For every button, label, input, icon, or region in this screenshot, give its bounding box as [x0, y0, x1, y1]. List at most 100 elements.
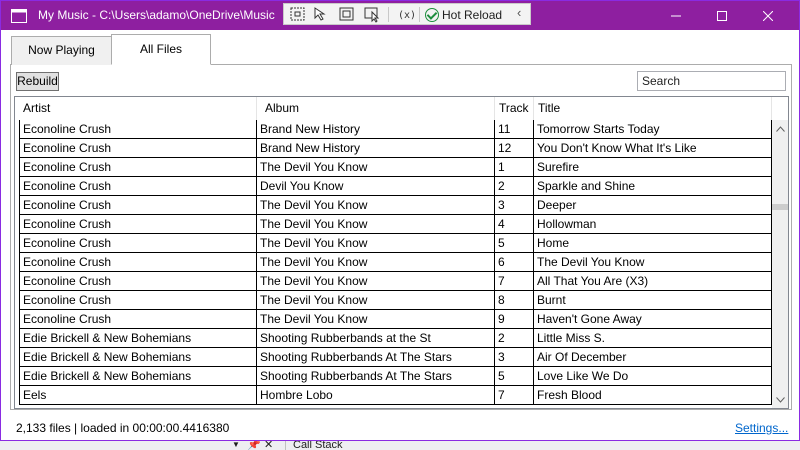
table-cell-track[interactable]: 5 — [495, 234, 534, 253]
table-cell-album[interactable]: The Devil You Know — [257, 291, 495, 310]
column-header-album[interactable]: Album — [257, 97, 495, 120]
table-cell-track[interactable]: 12 — [495, 139, 534, 158]
table-cell-artist[interactable]: Edie Brickell & New Bohemians — [19, 348, 257, 367]
table-cell-title[interactable]: You Don't Know What It's Like — [534, 139, 772, 158]
table-row[interactable]: Econoline Crush The Devil You Know 1 Surefi… — [19, 158, 772, 177]
table-cell-title[interactable]: Sparkle and Shine — [534, 177, 772, 196]
table-cell-title[interactable]: Surefire — [534, 158, 772, 177]
table-cell-title[interactable]: Tomorrow Starts Today — [534, 120, 772, 139]
scroll-down-icon[interactable] — [772, 391, 788, 408]
table-cell-artist[interactable]: Econoline Crush — [19, 215, 257, 234]
table-cell-album[interactable]: Brand New History — [257, 120, 495, 139]
table-cell-album[interactable]: Shooting Rubberbands at the St — [257, 329, 495, 348]
table-cell-track[interactable]: 3 — [495, 348, 534, 367]
table-cell-track[interactable]: 1 — [495, 158, 534, 177]
table-cell-artist[interactable]: Econoline Crush — [19, 310, 257, 329]
table-cell-title[interactable]: Love Like We Do — [534, 367, 772, 386]
tab-all-files[interactable]: All Files — [111, 34, 211, 65]
table-row[interactable]: Econoline Crush The Devil You Know 3 Deeper — [19, 196, 772, 215]
rebuild-button[interactable]: Rebuild — [16, 72, 59, 91]
table-cell-track[interactable]: 9 — [495, 310, 534, 329]
table-row[interactable]: Econoline Crush Devil You Know 2 Sparkle an… — [19, 177, 772, 196]
table-row[interactable]: Econoline Crush The Devil You Know 9 Haven'… — [19, 310, 772, 329]
table-row[interactable]: Econoline Crush The Devil You Know 6 The De… — [19, 253, 772, 272]
table-row[interactable]: Econoline Crush Brand New History 11 Tomorr… — [19, 120, 772, 139]
table-cell-artist[interactable]: Econoline Crush — [19, 158, 257, 177]
table-cell-track[interactable]: 2 — [495, 177, 534, 196]
table-cell-title[interactable]: Haven't Gone Away — [534, 310, 772, 329]
table-cell-album[interactable]: Brand New History — [257, 139, 495, 158]
scrollbar-thumb[interactable] — [772, 204, 788, 210]
table-cell-title[interactable]: Burnt — [534, 291, 772, 310]
collapse-chevron-icon[interactable]: ‹ — [517, 5, 521, 20]
table-row[interactable]: Edie Brickell & New Bohemians Shooting Ru… — [19, 348, 772, 367]
table-cell-album[interactable]: The Devil You Know — [257, 234, 495, 253]
table-cell-artist[interactable]: Econoline Crush — [19, 120, 257, 139]
table-row[interactable]: Edie Brickell & New Bohemians Shooting Ru… — [19, 367, 772, 386]
dropdown-caret-icon[interactable]: ▼ — [232, 440, 240, 449]
table-cell-artist[interactable]: Econoline Crush — [19, 177, 257, 196]
vertical-scrollbar[interactable] — [772, 120, 788, 408]
table-cell-artist[interactable]: Econoline Crush — [19, 253, 257, 272]
column-header-track[interactable]: Track — [495, 97, 534, 120]
table-cell-track[interactable]: 5 — [495, 367, 534, 386]
close-button[interactable] — [745, 1, 791, 30]
column-header-artist[interactable]: Artist — [15, 97, 257, 120]
settings-link[interactable]: Settings... — [735, 421, 788, 435]
table-row[interactable]: Edie Brickell & New Bohemians Shooting Ru… — [19, 329, 772, 348]
table-cell-album[interactable]: The Devil You Know — [257, 158, 495, 177]
table-row[interactable]: Econoline Crush The Devil You Know 5 Home — [19, 234, 772, 253]
table-row[interactable]: Econoline Crush The Devil You Know 7 All Th… — [19, 272, 772, 291]
search-input[interactable]: Search — [637, 71, 786, 91]
table-cell-album[interactable]: Hombre Lobo — [257, 386, 495, 405]
table-cell-artist[interactable]: Edie Brickell & New Bohemians — [19, 329, 257, 348]
title-bar[interactable]: My Music - C:\Users\adamo\OneDrive\Music… — [1, 1, 799, 30]
table-cell-title[interactable]: All That You Are (X3) — [534, 272, 772, 291]
table-cell-album[interactable]: The Devil You Know — [257, 272, 495, 291]
table-cell-artist[interactable]: Econoline Crush — [19, 234, 257, 253]
table-cell-track[interactable]: 2 — [495, 329, 534, 348]
hot-reload-button[interactable]: Hot Reload — [425, 6, 502, 23]
table-cell-title[interactable]: Deeper — [534, 196, 772, 215]
table-cell-artist[interactable]: Econoline Crush — [19, 272, 257, 291]
table-cell-artist[interactable]: Eels — [19, 386, 257, 405]
table-cell-album[interactable]: The Devil You Know — [257, 215, 495, 234]
table-cell-track[interactable]: 8 — [495, 291, 534, 310]
table-cell-title[interactable]: The Devil You Know — [534, 253, 772, 272]
table-cell-album[interactable]: Devil You Know — [257, 177, 495, 196]
scroll-up-icon[interactable] — [772, 120, 788, 137]
column-header-title[interactable]: Title — [534, 97, 772, 120]
table-cell-title[interactable]: Fresh Blood — [534, 386, 772, 405]
maximize-button[interactable] — [699, 1, 745, 30]
table-cell-track[interactable]: 3 — [495, 196, 534, 215]
table-cell-track[interactable]: 6 — [495, 253, 534, 272]
table-cell-album[interactable]: Shooting Rubberbands At The Stars — [257, 367, 495, 386]
table-cell-track[interactable]: 7 — [495, 272, 534, 291]
table-cell-track[interactable]: 4 — [495, 215, 534, 234]
table-row[interactable]: Econoline Crush The Devil You Know 8 Burnt — [19, 291, 772, 310]
table-cell-album[interactable]: The Devil You Know — [257, 310, 495, 329]
table-cell-artist[interactable]: Econoline Crush — [19, 291, 257, 310]
display-layout-adorners-icon[interactable] — [337, 6, 357, 23]
tab-now-playing[interactable]: Now Playing — [11, 36, 112, 65]
binding-failures-icon[interactable]: (x) — [394, 6, 416, 23]
table-cell-title[interactable]: Hollowman — [534, 215, 772, 234]
table-cell-album[interactable]: The Devil You Know — [257, 253, 495, 272]
table-cell-title[interactable]: Little Miss S. — [534, 329, 772, 348]
table-row[interactable]: Eels Hombre Lobo 7 Fresh Blood — [19, 386, 772, 405]
table-cell-title[interactable]: Home — [534, 234, 772, 253]
table-cell-track[interactable]: 11 — [495, 120, 534, 139]
table-cell-album[interactable]: Shooting Rubberbands At The Stars — [257, 348, 495, 367]
table-cell-artist[interactable]: Econoline Crush — [19, 139, 257, 158]
select-element-icon[interactable] — [311, 6, 331, 23]
table-cell-track[interactable]: 7 — [495, 386, 534, 405]
select-visual-tree-icon[interactable] — [288, 6, 308, 23]
minimize-button[interactable] — [653, 1, 699, 30]
table-row[interactable]: Econoline Crush The Devil You Know 4 Hollow… — [19, 215, 772, 234]
table-row[interactable]: Econoline Crush Brand New History 12 You Do… — [19, 139, 772, 158]
table-cell-artist[interactable]: Edie Brickell & New Bohemians — [19, 367, 257, 386]
table-cell-title[interactable]: Air Of December — [534, 348, 772, 367]
table-cell-album[interactable]: The Devil You Know — [257, 196, 495, 215]
track-focused-element-icon[interactable] — [363, 6, 383, 23]
table-cell-artist[interactable]: Econoline Crush — [19, 196, 257, 215]
